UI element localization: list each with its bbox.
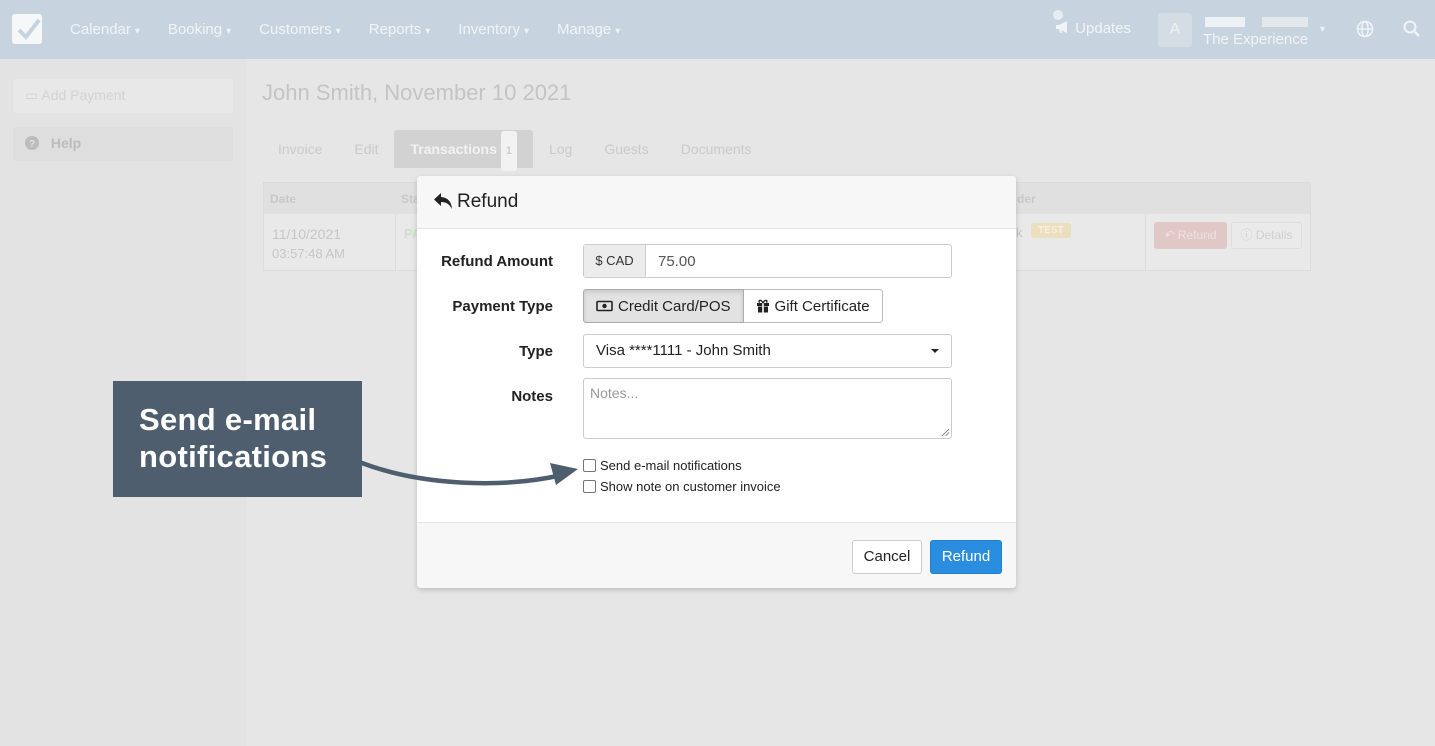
divider — [1145, 214, 1146, 270]
notes-textarea[interactable] — [583, 378, 952, 439]
credit-card-icon: ▭ — [25, 87, 39, 103]
card-type-select[interactable]: Visa ****1111 - John Smith — [583, 334, 952, 368]
callout-line-1: Send e-mail — [139, 402, 317, 437]
info-icon: ⓘ — [1240, 228, 1256, 242]
caret-down-icon: ▾ — [523, 26, 530, 37]
tab-guests[interactable]: Guests — [588, 130, 664, 168]
add-payment-label: Add Payment — [41, 87, 126, 103]
caret-down-icon: ▾ — [335, 26, 341, 37]
divider — [395, 214, 396, 270]
menu-calendar[interactable]: Calendar ▾ — [70, 21, 140, 38]
menu-customers-label: Customers — [259, 21, 332, 38]
tab-log[interactable]: Log — [533, 130, 588, 168]
provider-text: k — [1016, 225, 1023, 240]
type-label: Type — [519, 343, 553, 360]
reply-icon: ↶ — [1164, 228, 1178, 242]
add-payment-button[interactable]: ▭ Add Payment — [13, 79, 233, 113]
show-note-checkbox[interactable] — [583, 480, 596, 493]
refund-amount-label: Refund Amount — [441, 253, 553, 270]
svg-text:?: ? — [29, 139, 35, 150]
blurred-account-name — [1262, 17, 1308, 27]
modal-header: Refund — [417, 176, 1016, 229]
caret-down-icon — [931, 349, 939, 353]
avatar[interactable]: A — [1158, 13, 1192, 47]
top-navbar: Calendar ▾ Booking ▾ Customers ▾ Reports ▾ I… — [0, 0, 1435, 59]
question-circle-icon: ? — [25, 136, 39, 150]
payment-type-toggle: Credit Card/POS Gift Certificate — [583, 289, 883, 323]
transaction-time: 03:57:48 AM — [272, 246, 345, 261]
gift-icon — [756, 299, 769, 313]
currency-addon: $ CAD — [584, 245, 646, 277]
tab-transactions-label: Transactions — [410, 141, 497, 157]
menu-inventory[interactable]: Inventory ▾ — [458, 21, 529, 38]
account-name[interactable]: The Experience — [1203, 31, 1308, 48]
modal-title: Refund — [457, 191, 519, 212]
row-refund-button[interactable]: ↶ Refund — [1154, 222, 1227, 249]
transaction-date: 11/10/2021 — [272, 226, 342, 242]
show-note-label[interactable]: Show note on customer invoice — [600, 479, 781, 494]
caret-down-icon: ▾ — [134, 26, 140, 37]
refund-amount-group: $ CAD — [583, 244, 952, 278]
caret-down-icon: ▾ — [615, 26, 621, 37]
modal-footer: Cancel Refund — [417, 522, 1016, 588]
annotation-callout: Send e-mail notifications — [113, 381, 362, 497]
search-icon[interactable] — [1403, 20, 1421, 43]
globe-icon[interactable] — [1356, 20, 1374, 43]
refund-amount-input[interactable] — [646, 245, 951, 277]
menu-manage-label: Manage — [557, 21, 612, 38]
caret-down-icon[interactable]: ▾ — [1320, 24, 1325, 35]
row-details-label: Details — [1255, 228, 1293, 242]
notification-dot-icon — [1053, 10, 1063, 20]
main-menu: Calendar ▾ Booking ▾ Customers ▾ Reports ▾ I… — [70, 0, 648, 59]
help-button[interactable]: ? Help — [13, 127, 233, 161]
money-bill-icon — [596, 300, 613, 312]
refund-button[interactable]: Refund — [930, 540, 1002, 574]
gift-certificate-button[interactable]: Gift Certificate — [743, 289, 883, 323]
credit-card-pos-button[interactable]: Credit Card/POS — [583, 289, 744, 323]
show-note-option[interactable]: Show note on customer invoice — [583, 479, 781, 494]
tab-invoice[interactable]: Invoice — [262, 130, 338, 168]
menu-booking-label: Booking — [167, 21, 223, 38]
gift-certificate-label: Gift Certificate — [774, 297, 870, 315]
column-header-provider[interactable]: der — [1017, 192, 1036, 206]
reservation-tabs: Invoice Edit Transactions 1 Log Guests Do… — [262, 130, 768, 171]
megaphone-icon — [1056, 21, 1067, 33]
updates-link[interactable]: Updates — [1055, 20, 1131, 37]
callout-arrow-icon — [360, 460, 578, 486]
notes-label: Notes — [511, 388, 553, 405]
menu-inventory-label: Inventory — [458, 21, 520, 38]
caret-down-icon: ▾ — [226, 26, 232, 37]
menu-customers[interactable]: Customers ▾ — [259, 21, 341, 38]
menu-manage[interactable]: Manage ▾ — [557, 21, 620, 38]
menu-reports[interactable]: Reports ▾ — [369, 21, 431, 38]
send-email-option[interactable]: Send e-mail notifications — [583, 458, 742, 473]
card-type-value: Visa ****1111 - John Smith — [596, 342, 771, 359]
cancel-button[interactable]: Cancel — [852, 540, 922, 574]
payment-type-label: Payment Type — [452, 298, 553, 315]
row-refund-label: Refund — [1177, 228, 1217, 242]
help-label: Help — [50, 135, 82, 151]
tab-transactions[interactable]: Transactions 1 — [394, 130, 533, 171]
test-badge: TEST — [1031, 223, 1071, 238]
app-logo-icon[interactable] — [12, 14, 42, 44]
refund-modal: Refund Refund Amount $ CAD Payment Type … — [417, 176, 1016, 588]
tab-edit[interactable]: Edit — [338, 130, 394, 168]
column-header-date[interactable]: Date — [270, 192, 296, 206]
send-email-checkbox[interactable] — [583, 459, 596, 472]
menu-booking[interactable]: Booking ▾ — [168, 21, 231, 38]
credit-card-pos-label: Credit Card/POS — [618, 297, 731, 315]
reply-icon — [434, 193, 452, 209]
page-title: John Smith, November 10 2021 — [262, 80, 572, 105]
row-details-button[interactable]: ⓘ Details — [1231, 222, 1302, 249]
tab-documents[interactable]: Documents — [665, 130, 768, 168]
menu-reports-label: Reports — [368, 21, 422, 38]
blurred-account-name — [1205, 17, 1245, 27]
updates-label: Updates — [1075, 20, 1132, 37]
count-badge: 1 — [500, 131, 517, 171]
resize-grip-icon[interactable] — [941, 428, 949, 436]
menu-calendar-label: Calendar — [70, 21, 131, 38]
send-email-label[interactable]: Send e-mail notifications — [600, 458, 742, 473]
callout-line-2: notifications — [139, 439, 328, 474]
caret-down-icon: ▾ — [425, 26, 431, 37]
